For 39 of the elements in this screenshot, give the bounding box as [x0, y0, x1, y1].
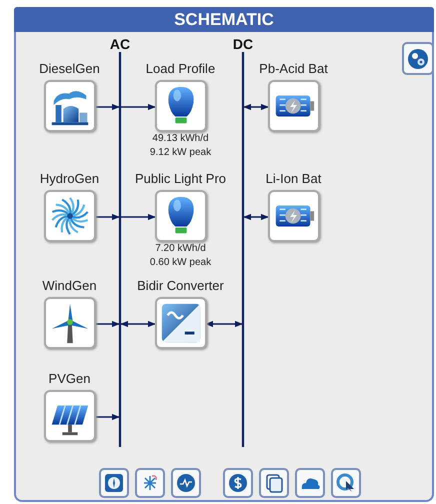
component-label: HydroGen — [40, 170, 100, 188]
connector-arrow — [205, 320, 243, 328]
compass-icon — [102, 471, 126, 495]
toolbar-button[interactable] — [171, 468, 201, 498]
component-label: Public Light Pro — [134, 170, 226, 188]
component-button[interactable] — [44, 80, 96, 132]
dollar-icon — [226, 471, 250, 495]
component-button[interactable] — [154, 80, 206, 132]
component-button[interactable] — [268, 190, 320, 242]
component-label: WindGen — [42, 277, 97, 295]
bus-label: AC — [108, 36, 132, 52]
component-button[interactable] — [44, 297, 96, 349]
component-label: DieselGen — [39, 60, 100, 78]
connector-arrow — [243, 104, 269, 110]
connector-arrow — [243, 214, 269, 220]
settings-button[interactable] — [402, 42, 434, 75]
bus-label: DC — [232, 36, 254, 52]
component-button[interactable] — [268, 80, 320, 132]
component-button[interactable] — [154, 297, 206, 349]
toolbar-button[interactable] — [135, 468, 165, 498]
toolbar-button[interactable] — [223, 468, 253, 498]
panel-title: SCHEMATIC — [174, 10, 274, 30]
component-button[interactable] — [44, 390, 96, 442]
energy-reading: 7.20 kWh/d — [155, 242, 206, 256]
toolbar-button[interactable] — [99, 468, 129, 498]
connector-arrow — [95, 414, 120, 420]
toolbar-button[interactable] — [295, 468, 325, 498]
energy-reading: 9.12 kW peak — [150, 146, 212, 160]
component-label: Load Profile — [146, 60, 216, 78]
component-label: Pb-Acid Bat — [259, 60, 328, 78]
toolbar-button[interactable] — [331, 468, 361, 498]
component-label: Bidir Converter — [137, 277, 224, 295]
component-label: PVGen — [48, 370, 90, 388]
toolbar-button[interactable] — [259, 468, 289, 498]
energy-reading: 49.13 kWh/d — [152, 132, 209, 146]
energy-reading: 0.60 kW peak — [150, 256, 212, 270]
component-button[interactable] — [154, 190, 206, 242]
component-label: Li-Ion Bat — [266, 170, 322, 188]
wave-icon — [174, 471, 198, 495]
